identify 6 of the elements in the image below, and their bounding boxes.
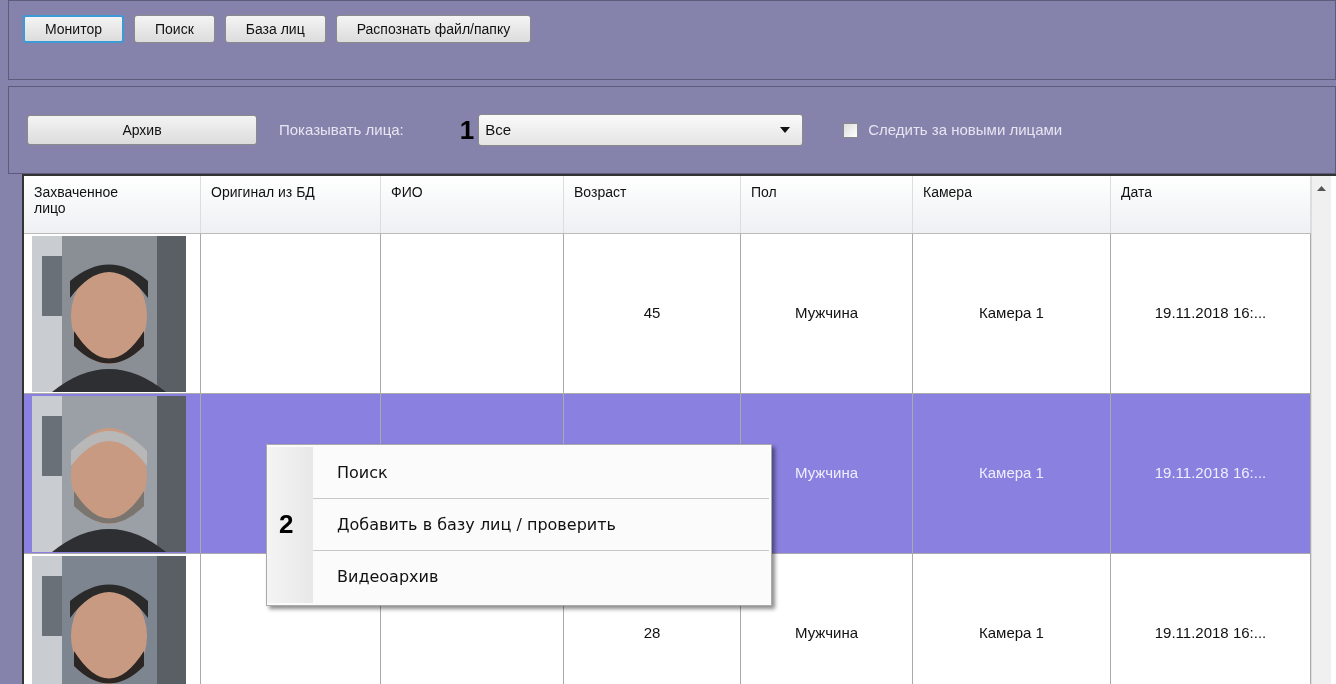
checkbox-label: Следить за новыми лицами <box>868 119 1063 140</box>
callout-number: 1 <box>459 113 475 147</box>
table-cell: Камера 1 <box>913 554 1111 684</box>
filter-label: Показывать лица: <box>279 119 404 140</box>
callout-number: 2 <box>279 508 294 541</box>
dropdown-value: Все <box>485 119 512 140</box>
